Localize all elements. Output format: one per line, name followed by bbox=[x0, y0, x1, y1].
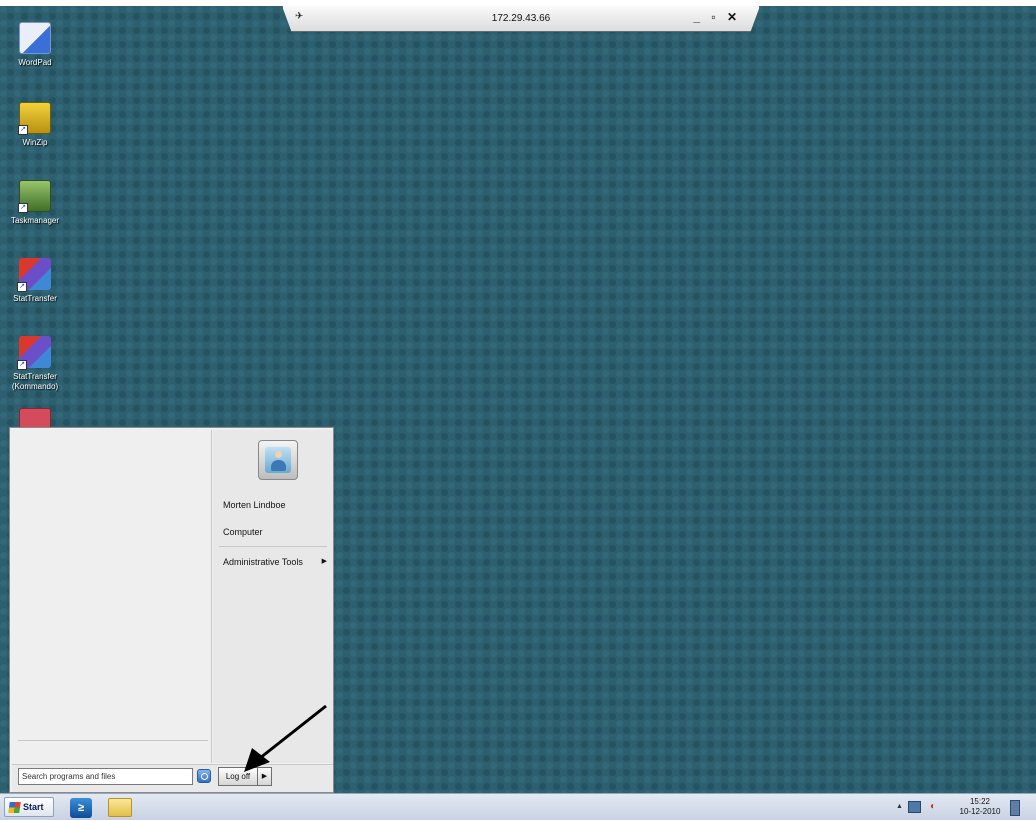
wordpad-icon bbox=[19, 22, 51, 54]
search-input[interactable]: Search programs and files bbox=[18, 768, 193, 785]
desktop-icon-label: WinZip bbox=[22, 138, 48, 147]
menu-item-user[interactable]: Morten Lindboe bbox=[223, 498, 286, 512]
desktop-icon-stattransfer-command[interactable]: ↗ StatTransfer (Kommando) bbox=[8, 336, 62, 392]
desktop-icon-stattransfer[interactable]: ↗ StatTransfer bbox=[8, 258, 62, 304]
shortcut-arrow-icon: ↗ bbox=[18, 203, 28, 213]
clock-time: 15:22 bbox=[969, 797, 991, 806]
desktop-icon-wordpad[interactable]: WordPad bbox=[8, 22, 62, 68]
user-picture[interactable] bbox=[258, 440, 298, 480]
start-button[interactable]: Start bbox=[4, 797, 54, 817]
window-controls[interactable]: _ ▫ ✕ bbox=[693, 10, 741, 24]
volume-icon[interactable]: ◐ bbox=[930, 801, 943, 813]
shortcut-arrow-icon: ↗ bbox=[17, 282, 27, 292]
shortcut-arrow-icon: ↗ bbox=[18, 125, 28, 135]
desktop-icon-taskmanager[interactable]: ↗ Taskmanager bbox=[8, 180, 62, 226]
tray-expand-icon[interactable]: ▲ bbox=[896, 803, 903, 810]
clock-date: 10-12-2010 bbox=[959, 807, 1001, 816]
annotation-arrow bbox=[244, 704, 327, 772]
desktop-icon-label: Taskmanager bbox=[10, 216, 60, 225]
desktop-icon-label: StatTransfer bbox=[13, 294, 57, 303]
notification-area: ▲ ◐ 15:22 10-12-2010 bbox=[896, 796, 1026, 819]
explorer-folder-icon[interactable] bbox=[108, 798, 132, 817]
stattransfer-command-icon: ↗ bbox=[17, 336, 51, 370]
user-avatar-icon bbox=[265, 447, 291, 473]
menu-item-computer[interactable]: Computer bbox=[223, 525, 263, 539]
caption-strip bbox=[0, 0, 1036, 6]
divider bbox=[219, 546, 327, 547]
powershell-icon[interactable]: ≥ bbox=[70, 798, 92, 818]
remote-session-bar[interactable]: ✈ 172.29.43.66 _ ▫ ✕ bbox=[282, 6, 760, 32]
programs-list bbox=[12, 430, 212, 763]
network-icon[interactable] bbox=[908, 801, 921, 813]
start-button-label: Start bbox=[23, 802, 44, 812]
winzip-icon: ↗ bbox=[18, 102, 51, 135]
desktop-icon-winzip[interactable]: ↗ WinZip bbox=[8, 102, 62, 148]
menu-item-administrative-tools[interactable]: Administrative Tools ▶ bbox=[223, 555, 333, 569]
divider bbox=[18, 740, 208, 741]
remote-session-title: 172.29.43.66 bbox=[491, 13, 551, 24]
shortcut-arrow-icon: ↗ bbox=[17, 360, 27, 370]
stattransfer-icon: ↗ bbox=[17, 258, 51, 292]
desktop-icon-label: WordPad bbox=[18, 58, 52, 67]
search-icon[interactable] bbox=[197, 769, 211, 783]
submenu-arrow-icon: ▶ bbox=[321, 558, 327, 565]
taskbar: Start ≥ ▲ ◐ 15:22 10-12-2010 bbox=[0, 793, 1036, 820]
show-desktop-button[interactable] bbox=[1010, 800, 1020, 816]
desktop-icon-label: StatTransfer (Kommando) bbox=[11, 372, 59, 391]
menu-item-label: Administrative Tools bbox=[223, 557, 303, 567]
taskmanager-icon: ↗ bbox=[18, 180, 51, 213]
clock[interactable]: 15:22 10-12-2010 bbox=[954, 797, 1006, 817]
windows-logo-icon bbox=[8, 802, 21, 813]
